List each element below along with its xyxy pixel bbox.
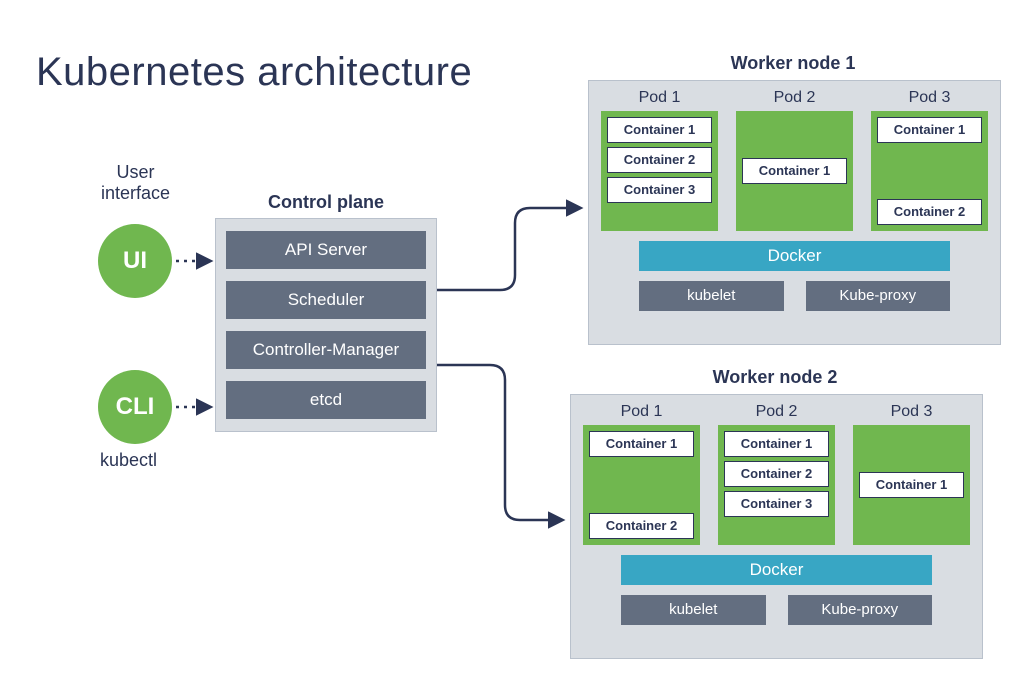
- pod: Container 1 Container 2 Container 3: [601, 111, 718, 231]
- pod: Container 1: [853, 425, 970, 545]
- diagram-title: Kubernetes architecture: [36, 50, 472, 95]
- cp-controller: Controller-Manager: [226, 331, 426, 369]
- user-interface-heading: Userinterface: [88, 162, 183, 204]
- docker-bar: Docker: [639, 241, 950, 271]
- container: Container 1: [724, 431, 829, 457]
- pod-label: Pod 3: [871, 89, 988, 107]
- pod-column: Pod 3 Container 1: [853, 403, 970, 545]
- pod-label: Pod 2: [736, 89, 853, 107]
- container: Container 2: [589, 513, 694, 539]
- pod: Container 1 Container 2 Container 3: [718, 425, 835, 545]
- ui-circle: UI: [98, 224, 172, 298]
- container: Container 3: [607, 177, 712, 203]
- pod-column: Pod 1 Container 1 Container 2 Container 3: [601, 89, 718, 231]
- pod-column: Pod 1 Container 1 Container 2: [583, 403, 700, 545]
- pod-label: Pod 1: [583, 403, 700, 421]
- pod: Container 1: [736, 111, 853, 231]
- worker1-title: Worker node 1: [588, 53, 998, 74]
- kube-proxy-bar: Kube-proxy: [806, 281, 951, 311]
- kube-proxy-bar: Kube-proxy: [788, 595, 933, 625]
- worker1-box: Pod 1Container 1Container 2Container 3Po…: [588, 80, 1001, 345]
- kubectl-label: kubectl: [100, 450, 157, 471]
- container: Container 2: [607, 147, 712, 173]
- cp-api-server: API Server: [226, 231, 426, 269]
- cp-etcd: etcd: [226, 381, 426, 419]
- container: Container 1: [859, 472, 964, 498]
- container: Container 2: [877, 199, 982, 225]
- container: Container 2: [724, 461, 829, 487]
- pod: Container 1 Container 2: [871, 111, 988, 231]
- container: Container 1: [589, 431, 694, 457]
- pod-label: Pod 3: [853, 403, 970, 421]
- control-plane-box: API Server Scheduler Controller-Manager …: [215, 218, 437, 432]
- pod-label: Pod 1: [601, 89, 718, 107]
- pod: Container 1 Container 2: [583, 425, 700, 545]
- docker-bar: Docker: [621, 555, 932, 585]
- kubelet-bar: kubelet: [621, 595, 766, 625]
- kubelet-bar: kubelet: [639, 281, 784, 311]
- container: Container 1: [877, 117, 982, 143]
- pod-column: Pod 2 Container 1: [736, 89, 853, 231]
- container: Container 3: [724, 491, 829, 517]
- cp-scheduler: Scheduler: [226, 281, 426, 319]
- control-plane-heading: Control plane: [268, 192, 384, 213]
- worker2-box: Pod 1 Container 1 Container 2 Pod 2 Containe…: [570, 394, 983, 659]
- pod-column: Pod 2 Container 1 Container 2 Container 3: [718, 403, 835, 545]
- pod-column: Pod 3 Container 1 Container 2: [871, 89, 988, 231]
- container: Container 1: [742, 158, 847, 184]
- container: Container 1: [607, 117, 712, 143]
- pod-label: Pod 2: [718, 403, 835, 421]
- worker2-title: Worker node 2: [570, 367, 980, 388]
- cli-circle: CLI: [98, 370, 172, 444]
